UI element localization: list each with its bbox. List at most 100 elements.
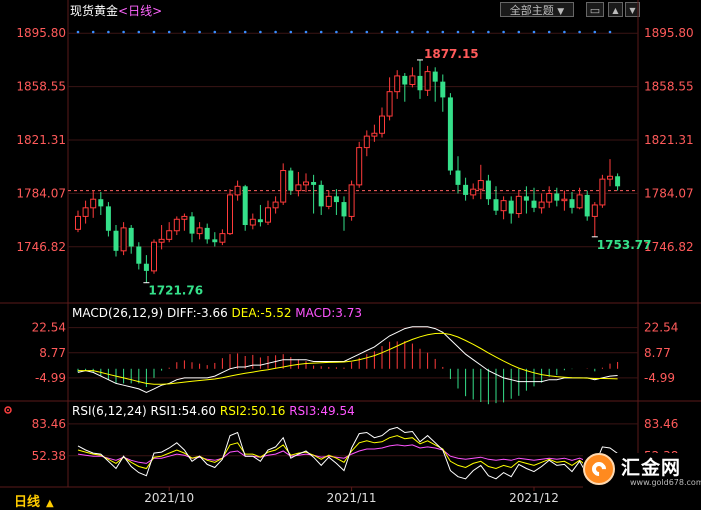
period-selector[interactable]: 日线 ▲ bbox=[14, 491, 54, 510]
candle-body[interactable] bbox=[493, 199, 499, 211]
logo-text: 汇金网 bbox=[621, 457, 682, 479]
marker-dot bbox=[319, 30, 323, 34]
candle-body[interactable] bbox=[500, 200, 507, 212]
candle-body[interactable] bbox=[113, 230, 119, 251]
extreme-price-label: 1877.15 bbox=[424, 47, 479, 61]
candle-body[interactable] bbox=[455, 170, 461, 185]
candle-body[interactable] bbox=[288, 170, 294, 191]
candle-body[interactable] bbox=[477, 180, 484, 190]
date-tick-label: 2021/10 bbox=[144, 491, 194, 505]
candle-body[interactable] bbox=[356, 147, 363, 186]
candle-body[interactable] bbox=[440, 81, 446, 98]
candle-body[interactable] bbox=[173, 218, 180, 232]
macd-dea-line[interactable] bbox=[78, 332, 618, 385]
candle-body[interactable] bbox=[151, 241, 157, 272]
marker-dot bbox=[107, 30, 110, 34]
candle-body[interactable] bbox=[318, 184, 324, 207]
candle-body[interactable] bbox=[280, 170, 287, 203]
marker-dot bbox=[228, 30, 232, 34]
candle-body[interactable] bbox=[325, 195, 332, 207]
candle-body[interactable] bbox=[599, 178, 606, 206]
candle-body[interactable] bbox=[242, 186, 248, 226]
candle-body[interactable] bbox=[120, 227, 127, 252]
candle-body[interactable] bbox=[143, 263, 149, 271]
candle-body[interactable] bbox=[394, 75, 401, 93]
candle-body[interactable] bbox=[257, 219, 263, 223]
candle-body[interactable] bbox=[128, 227, 134, 247]
candle-body[interactable] bbox=[189, 216, 195, 234]
marker-dot bbox=[563, 30, 566, 34]
candle-body[interactable] bbox=[196, 227, 203, 235]
candle-body[interactable] bbox=[379, 115, 385, 134]
candle-body[interactable] bbox=[576, 194, 583, 209]
candle-body[interactable] bbox=[166, 230, 173, 240]
candle-body[interactable] bbox=[341, 202, 347, 217]
candle-body[interactable] bbox=[136, 246, 142, 264]
macd-diff-line[interactable] bbox=[77, 326, 618, 394]
candle-body[interactable] bbox=[311, 182, 317, 185]
candle-body[interactable] bbox=[348, 184, 355, 217]
marker-dot bbox=[502, 30, 505, 34]
candle-body[interactable] bbox=[584, 194, 590, 217]
period-selector-label: 日线 bbox=[14, 495, 41, 510]
candle-body[interactable] bbox=[82, 207, 89, 217]
candle-body[interactable] bbox=[531, 200, 537, 208]
candle-body[interactable] bbox=[508, 200, 514, 214]
candle-body[interactable] bbox=[409, 75, 416, 86]
macd-title: MACD(26,12,9) bbox=[72, 306, 164, 320]
candle-body[interactable] bbox=[561, 198, 568, 202]
candle-body[interactable] bbox=[272, 201, 279, 209]
candle-body[interactable] bbox=[219, 233, 226, 243]
marker-dot bbox=[213, 30, 217, 34]
candle-body[interactable] bbox=[234, 185, 241, 196]
candle-body[interactable] bbox=[447, 97, 453, 171]
candle-body[interactable] bbox=[470, 188, 477, 196]
candle-body[interactable] bbox=[371, 132, 378, 137]
candle-body[interactable] bbox=[295, 184, 302, 192]
candle-body[interactable] bbox=[249, 218, 256, 226]
rsi1-line[interactable] bbox=[77, 426, 618, 480]
candle-body[interactable] bbox=[615, 176, 621, 187]
marker-dot bbox=[608, 30, 612, 34]
candle-body[interactable] bbox=[204, 227, 210, 240]
candle-body[interactable] bbox=[432, 71, 438, 82]
candle-body[interactable] bbox=[303, 181, 309, 186]
candle-body[interactable] bbox=[515, 195, 522, 215]
rsi-legend: RSI(6,12,24) RSI1:54.60 RSI2:50.16 RSI3:… bbox=[72, 404, 355, 418]
candle-body[interactable] bbox=[90, 198, 97, 209]
macd-tick-label-left: 8.77 bbox=[39, 346, 66, 360]
candle-body[interactable] bbox=[227, 194, 233, 235]
candle-body[interactable] bbox=[105, 206, 111, 231]
candle-body[interactable] bbox=[158, 238, 165, 243]
rsi-tick-label-left: 83.46 bbox=[32, 417, 66, 431]
marker-dot bbox=[167, 30, 171, 34]
candle-body[interactable] bbox=[523, 196, 529, 201]
candle-body[interactable] bbox=[333, 196, 339, 203]
candle-body[interactable] bbox=[554, 193, 560, 201]
candle-body[interactable] bbox=[212, 239, 218, 243]
candle-body[interactable] bbox=[386, 91, 393, 117]
candle-body[interactable] bbox=[546, 192, 553, 203]
candle-body[interactable] bbox=[265, 207, 271, 223]
marker-dot bbox=[547, 30, 551, 34]
candle-body[interactable] bbox=[181, 215, 188, 220]
candle-body[interactable] bbox=[98, 199, 104, 207]
candle-body[interactable] bbox=[402, 75, 408, 85]
candle-body[interactable] bbox=[463, 184, 469, 195]
chart-canvas[interactable]: 1895.80 1895.80 1858.55 1858.55 1821.31 1821.… bbox=[0, 0, 701, 510]
candle-body[interactable] bbox=[607, 175, 613, 180]
date-tick-label: 2021/12 bbox=[509, 491, 559, 505]
candle-body[interactable] bbox=[591, 204, 598, 217]
candle-body[interactable] bbox=[363, 135, 370, 149]
brand-logo: 汇金网 www.gold678.com bbox=[583, 453, 701, 493]
marker-dot bbox=[304, 30, 308, 34]
candle-body[interactable] bbox=[485, 180, 491, 200]
rsi3-label: RSI3:49.54 bbox=[289, 404, 355, 418]
candle-body[interactable] bbox=[417, 75, 423, 91]
candle-body[interactable] bbox=[538, 201, 545, 209]
candle-body[interactable] bbox=[75, 215, 81, 230]
macd-legend: MACD(26,12,9) DIFF:-3.66 DEA:-5.52 MACD:… bbox=[72, 306, 362, 320]
candle-body[interactable] bbox=[569, 199, 575, 208]
candle-body[interactable] bbox=[424, 71, 431, 91]
marker-dot bbox=[578, 30, 581, 34]
